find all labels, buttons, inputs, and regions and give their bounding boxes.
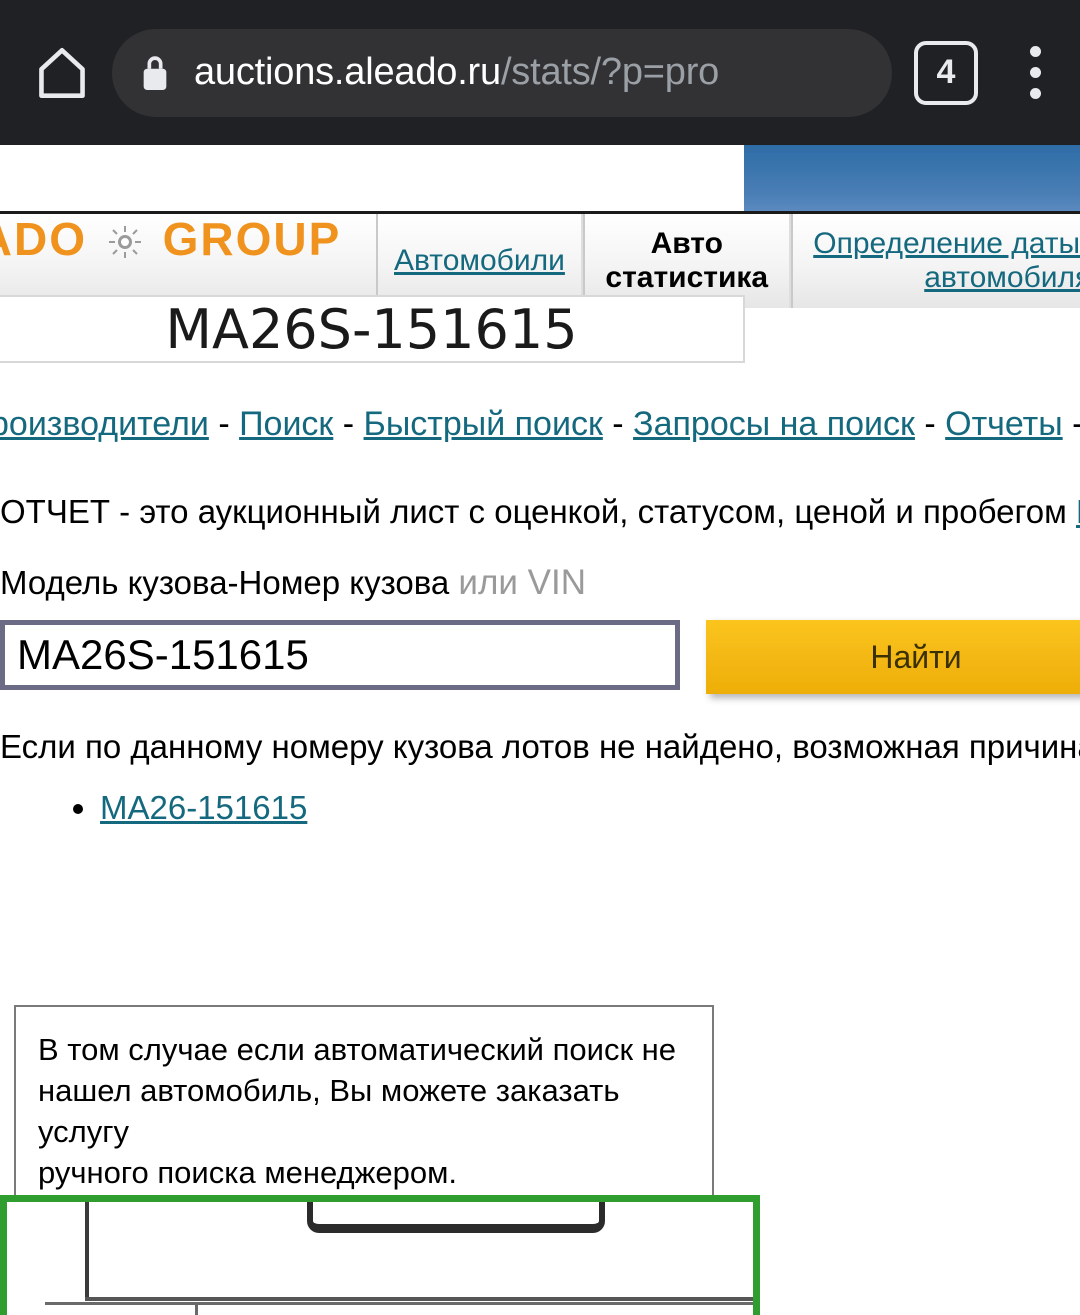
web-page-viewport: LEADO xyxy=(0,145,1080,1315)
nav-tab-label: Определение даты выпуска автомобиля xyxy=(813,227,1080,294)
document-rule-horizontal xyxy=(85,1297,753,1301)
link-separator: - xyxy=(602,405,634,443)
search-form: Найти xyxy=(0,620,1080,694)
site-header: LEADO xyxy=(0,145,1080,308)
result-list: MA26-151615 xyxy=(0,785,307,831)
manual-box-line-3: ручного поиска менеджером. xyxy=(38,1155,458,1190)
url-path: /stats/?p=pro xyxy=(500,51,720,93)
search-field-label: Модель кузова-Номер кузова или VIN xyxy=(0,563,586,603)
home-icon xyxy=(39,47,85,98)
report-description-text: ОТЧЕТ - это аукционный лист с оценкой, с… xyxy=(0,493,1076,530)
section-link-zaprosy-na-poisk[interactable]: Запросы на поиск xyxy=(633,405,915,443)
document-vin-field-label: 車 台 No. xyxy=(45,1305,198,1315)
url-domain: auctions.aleado.ru xyxy=(194,51,501,93)
link-separator: - xyxy=(914,405,946,443)
nav-tab-avto-statistika[interactable]: Авто статистика xyxy=(582,214,791,308)
primary-nav: Автомобили Авто статистика Определение д… xyxy=(376,214,1080,308)
report-description: ОТЧЕТ - это аукционный лист с оценкой, с… xyxy=(0,493,1080,531)
search-input[interactable] xyxy=(0,620,680,690)
manual-box-line-1: В том случае если автоматический поиск н… xyxy=(38,1032,676,1067)
address-bar-url: auctions.aleado.ru/stats/?p=pro xyxy=(194,51,719,94)
find-button[interactable]: Найти xyxy=(706,620,1080,694)
document-vin-row: 車 台 No. MA26S-151615 xyxy=(45,1302,753,1315)
nav-tab-opredelenie-daty[interactable]: Определение даты выпуска автомобиля xyxy=(790,214,1080,308)
site-logo[interactable]: LEADO xyxy=(0,212,341,266)
browser-toolbar: auctions.aleado.ru/stats/?p=pro 4 xyxy=(0,0,1080,145)
vin-text-popup[interactable]: MA26S-151615 xyxy=(0,295,745,363)
section-link-otchety[interactable]: Отчеты xyxy=(945,405,1063,443)
search-field-label-alt: или VIN xyxy=(458,563,586,602)
sun-gear-icon xyxy=(102,216,148,258)
address-bar[interactable]: auctions.aleado.ru/stats/?p=pro xyxy=(112,28,892,117)
section-link-poisk[interactable]: Поиск xyxy=(239,405,333,443)
section-link-bystryy-poisk[interactable]: Быстрый поиск xyxy=(364,405,603,443)
vin-popup-text: MA26S-151615 xyxy=(165,297,578,361)
search-field-label-main: Модель кузова-Номер кузова xyxy=(0,564,450,601)
menu-dot-icon xyxy=(1029,88,1041,99)
nav-tab-avtomobili[interactable]: Автомобили xyxy=(376,214,583,308)
logo-nav-row: LEADO xyxy=(0,211,1080,308)
not-found-note: Если по данному номеру кузова лотов не н… xyxy=(0,728,1080,765)
document-scan-image: 車 台 No. MA26S-151615 xyxy=(7,1202,753,1315)
document-bracket-mark xyxy=(307,1202,605,1233)
nav-tab-label: Авто статистика xyxy=(605,227,769,294)
result-link[interactable]: MA26-151615 xyxy=(100,789,307,826)
list-item: MA26-151615 xyxy=(100,785,307,831)
link-separator: - xyxy=(333,405,364,443)
logo-text-left: LEADO xyxy=(0,213,87,265)
report-example-link[interactable]: ПРИМЕР xyxy=(1076,493,1080,530)
document-scan-highlighted[interactable]: 車 台 No. MA26S-151615 xyxy=(0,1195,760,1315)
browser-menu-button[interactable] xyxy=(1010,37,1060,109)
menu-dot-icon xyxy=(1029,67,1041,78)
manual-box-line-2: нашел автомобиль, Вы можете заказать усл… xyxy=(38,1073,620,1149)
link-separator: - xyxy=(1063,405,1080,443)
document-rule-vertical xyxy=(85,1202,89,1300)
site-banner xyxy=(744,145,1080,213)
nav-tab-label: Автомобили xyxy=(394,244,565,277)
menu-dot-icon xyxy=(1029,46,1041,57)
tab-count-label: 4 xyxy=(936,53,956,91)
link-separator: - xyxy=(208,405,240,443)
lock-icon xyxy=(138,51,172,95)
home-button[interactable] xyxy=(30,41,94,105)
tab-switcher-button[interactable]: 4 xyxy=(914,40,978,105)
section-link-proizvoditeli[interactable]: роизводители xyxy=(0,405,209,443)
logo-text-right: GROUP xyxy=(162,213,342,265)
section-links: роизводители - Поиск - Быстрый поиск - З… xyxy=(0,405,1080,444)
